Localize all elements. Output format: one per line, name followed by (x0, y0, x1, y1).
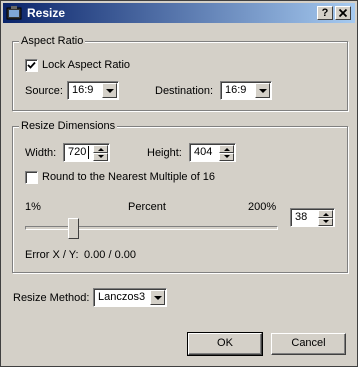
destination-label: Destination: (155, 85, 214, 97)
arrow-up-icon (224, 148, 230, 151)
height-increment-button[interactable] (219, 145, 234, 153)
percent-spinbox[interactable]: 38 (290, 208, 335, 227)
round-multiple-16-label[interactable]: Round to the Nearest Multiple of 16 (42, 171, 215, 183)
height-value: 404 (194, 146, 213, 158)
width-value: 720 (68, 146, 87, 158)
percent-slider-thumb[interactable] (68, 218, 79, 239)
lock-aspect-ratio-checkbox[interactable] (25, 59, 38, 72)
chevron-down-icon (259, 89, 267, 93)
percent-increment-button[interactable] (318, 210, 333, 218)
resize-method-label: Resize Method: (13, 292, 90, 304)
help-button[interactable]: ? (317, 6, 333, 20)
close-icon (338, 8, 348, 18)
percent-value: 38 (295, 211, 308, 223)
cancel-button[interactable]: Cancel (271, 333, 346, 355)
close-button[interactable] (335, 6, 351, 20)
title-bar[interactable]: Resize ? (3, 3, 355, 23)
check-icon (27, 61, 36, 69)
percent-slider-track[interactable] (25, 226, 278, 230)
width-label: Width: (25, 147, 57, 159)
text-cursor (88, 146, 89, 159)
destination-select[interactable]: 16:9 (220, 81, 272, 100)
lock-aspect-ratio-label[interactable]: Lock Aspect Ratio (42, 59, 130, 71)
arrow-down-icon (323, 220, 329, 223)
window-title: Resize (27, 6, 66, 20)
error-label: Error X / Y: (25, 249, 79, 261)
destination-dropdown-button[interactable] (255, 83, 270, 98)
slider-center-label: Percent (128, 201, 166, 213)
destination-value: 16:9 (225, 84, 247, 96)
source-select[interactable]: 16:9 (67, 81, 119, 100)
width-increment-button[interactable] (93, 145, 108, 153)
chevron-down-icon (106, 89, 114, 93)
height-label: Height: (147, 147, 182, 159)
resize-method-value: Lanczos3 (98, 291, 146, 303)
resize-dialog: Resize ? Aspect Ratio Lock Aspect Ratio … (0, 0, 358, 367)
aspect-ratio-group-title: Aspect Ratio (19, 35, 86, 48)
resize-method-dropdown-button[interactable] (150, 290, 165, 305)
arrow-up-icon (323, 213, 329, 216)
arrow-up-icon (98, 148, 104, 151)
arrow-down-icon (98, 155, 104, 158)
app-icon (6, 6, 22, 20)
height-spinbox[interactable]: 404 (189, 143, 236, 162)
height-decrement-button[interactable] (219, 153, 234, 161)
source-dropdown-button[interactable] (102, 83, 117, 98)
aspect-ratio-group: Aspect Ratio (12, 35, 348, 111)
slider-max-label: 200% (248, 201, 277, 213)
round-multiple-16-checkbox[interactable] (25, 171, 38, 184)
ok-button[interactable]: OK (187, 332, 263, 356)
error-value: 0.00 / 0.00 (84, 249, 136, 261)
source-value: 16:9 (72, 84, 94, 96)
percent-decrement-button[interactable] (318, 218, 333, 226)
arrow-down-icon (224, 155, 230, 158)
width-spinbox[interactable]: 720 (63, 143, 110, 162)
resize-method-select[interactable]: Lanczos3 (93, 288, 167, 307)
chevron-down-icon (154, 296, 162, 300)
resize-dimensions-group-title: Resize Dimensions (19, 120, 118, 133)
width-decrement-button[interactable] (93, 153, 108, 161)
slider-min-label: 1% (25, 201, 41, 213)
source-label: Source: (25, 85, 63, 97)
